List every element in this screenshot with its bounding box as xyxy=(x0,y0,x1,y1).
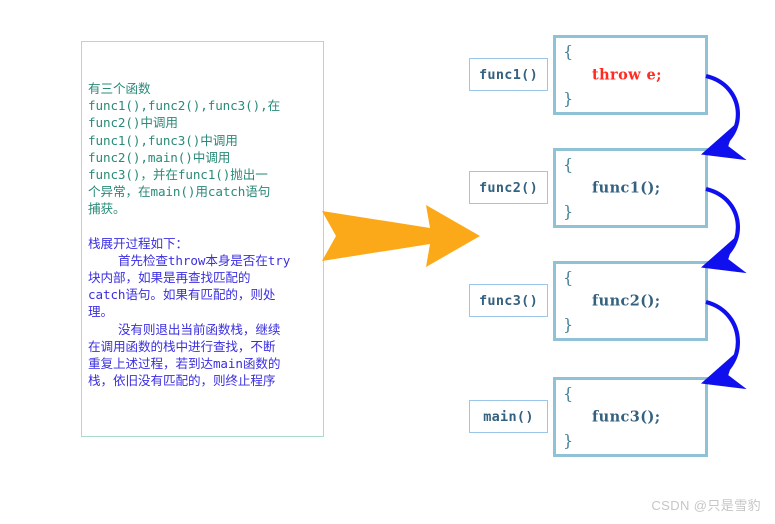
frame-code-main: { func3(); } xyxy=(553,377,708,457)
connector-func1-to-func2 xyxy=(700,73,747,161)
frame-label-func3: func3() xyxy=(469,284,548,317)
watermark: CSDN @只是雪豹 xyxy=(651,498,761,513)
connector-func2-to-func3 xyxy=(700,186,747,274)
open-brace-icon: { xyxy=(563,155,574,174)
code-statement-call-func3: func3(); xyxy=(592,408,661,426)
open-brace-icon: { xyxy=(563,42,574,61)
right-arrow-icon xyxy=(322,205,480,267)
open-brace-icon: { xyxy=(563,268,574,287)
frame-code-func2: { func1(); } xyxy=(553,148,708,228)
code-statement-call-func1: func1(); xyxy=(592,179,661,197)
open-brace-icon: { xyxy=(563,384,574,403)
code-statement-call-func2: func2(); xyxy=(592,292,661,310)
explanation-paragraph-1: 有三个函数 func1(),func2(),func3(),在 func2()中… xyxy=(88,81,281,217)
explanation-panel: 有三个函数 func1(),func2(),func3(),在 func2()中… xyxy=(81,41,324,437)
close-brace-icon: } xyxy=(563,89,574,108)
stack-unwinding-diagram: 有三个函数 func1(),func2(),func3(),在 func2()中… xyxy=(0,0,775,524)
frame-code-func1: { throw e; } xyxy=(553,35,708,115)
close-brace-icon: } xyxy=(563,202,574,221)
close-brace-icon: } xyxy=(563,431,574,450)
close-brace-icon: } xyxy=(563,315,574,334)
connector-func3-to-main xyxy=(700,299,747,390)
frame-label-main: main() xyxy=(469,400,548,433)
code-statement-throw: throw e; xyxy=(592,66,662,84)
frame-label-func2: func2() xyxy=(469,171,548,204)
frame-code-func3: { func2(); } xyxy=(553,261,708,341)
frame-label-func1: func1() xyxy=(469,58,548,91)
explanation-paragraph-2: 栈展开过程如下： 首先检查throw本身是否在try 块内部，如果是再查找匹配的… xyxy=(88,235,291,389)
